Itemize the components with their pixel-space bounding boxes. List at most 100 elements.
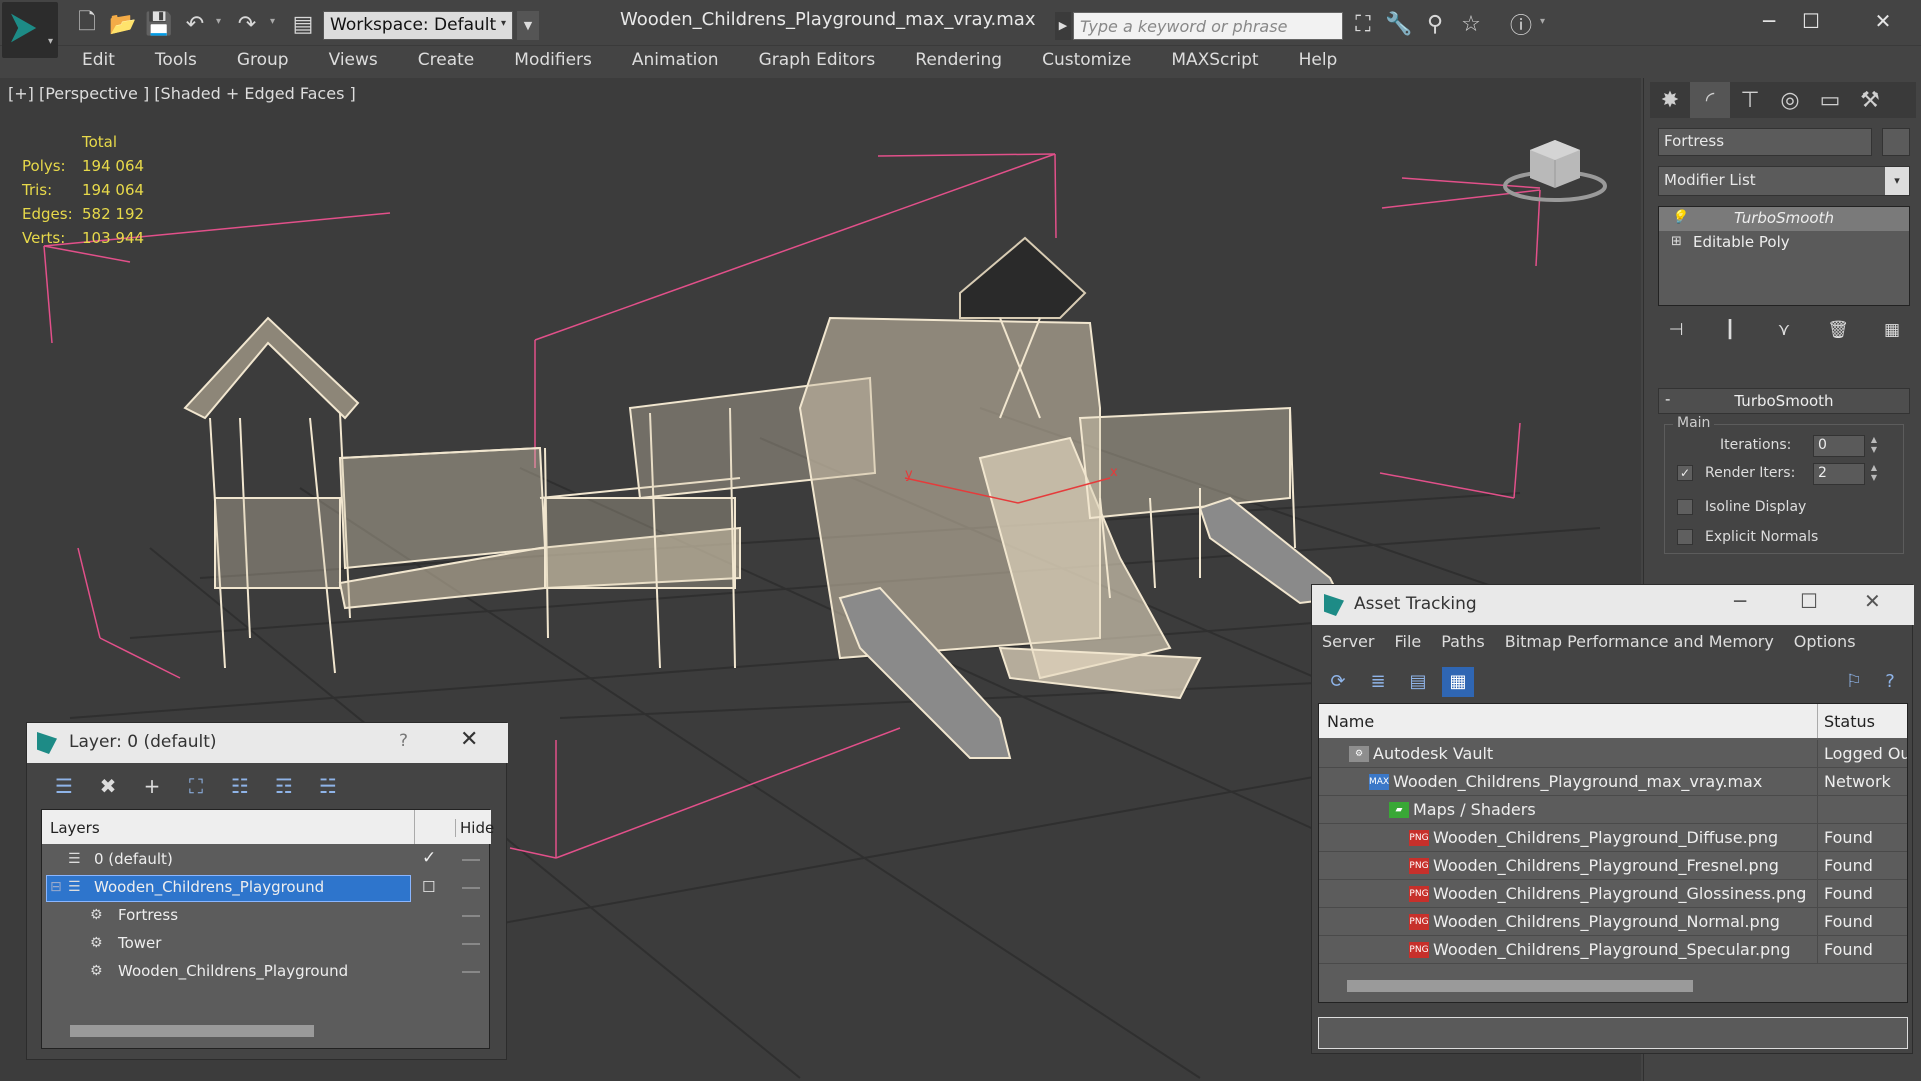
- remove-modifier-icon[interactable]: 🗑: [1820, 316, 1856, 344]
- new-layer-icon[interactable]: ☰: [47, 771, 81, 801]
- viewcube[interactable]: [1500, 128, 1610, 208]
- column-header-status[interactable]: Status: [1824, 712, 1875, 731]
- favorites-star-icon[interactable]: ☆: [1456, 10, 1486, 38]
- table-view-icon[interactable]: ▦: [1442, 667, 1474, 697]
- pin-stack-icon[interactable]: ⊣: [1658, 316, 1694, 344]
- hide-all-layers-icon[interactable]: ☶: [267, 771, 301, 801]
- workspace-menu-icon[interactable]: ▼: [517, 11, 539, 40]
- close-icon[interactable]: ✕: [1858, 6, 1908, 36]
- asset-row[interactable]: ⚙ Autodesk Vault Logged Out: [1319, 740, 1907, 768]
- asset-row[interactable]: MAX Wooden_Childrens_Playground_max_vray.…: [1319, 768, 1907, 796]
- asset-menu-paths[interactable]: Paths: [1431, 625, 1494, 659]
- list-view-icon[interactable]: ≣: [1362, 667, 1394, 697]
- menu-maxscript[interactable]: MAXScript: [1149, 46, 1276, 76]
- asset-window-titlebar[interactable]: Asset Tracking ─ ☐ ✕: [1312, 585, 1914, 625]
- asset-row[interactable]: PNG Wooden_Childrens_Playground_Specular.…: [1319, 936, 1907, 964]
- lightbulb-icon[interactable]: 💡: [1671, 210, 1687, 225]
- undo-icon[interactable]: ↶: [180, 10, 210, 38]
- asset-row[interactable]: PNG Wooden_Childrens_Playground_Glossines…: [1319, 880, 1907, 908]
- menu-create[interactable]: Create: [396, 46, 493, 76]
- hide-toggle[interactable]: [462, 971, 480, 973]
- stack-item-turbosmooth[interactable]: 💡 TurboSmooth: [1659, 207, 1909, 231]
- collapse-minus-icon[interactable]: ⊟: [50, 879, 62, 895]
- expand-plus-icon[interactable]: ⊞: [1671, 234, 1682, 249]
- asset-menu-server[interactable]: Server: [1312, 625, 1384, 659]
- hide-toggle[interactable]: [462, 915, 480, 917]
- menu-edit[interactable]: Edit: [60, 46, 133, 76]
- save-icon[interactable]: 💾: [144, 10, 174, 38]
- tree-view-icon[interactable]: ▤: [1402, 667, 1434, 697]
- select-objects-icon[interactable]: ⛶: [179, 771, 213, 801]
- menu-animation[interactable]: Animation: [610, 46, 737, 76]
- menu-modifiers[interactable]: Modifiers: [492, 46, 610, 76]
- configure-modifier-sets-icon[interactable]: ▦: [1874, 316, 1910, 344]
- hierarchy-tab-icon[interactable]: ⊤: [1730, 82, 1770, 118]
- menu-group[interactable]: Group: [215, 46, 307, 76]
- help-icon[interactable]: ⓘ: [1506, 10, 1536, 39]
- help-dropdown-icon[interactable]: ▾: [1540, 16, 1545, 27]
- iterations-spinner[interactable]: 0: [1813, 435, 1865, 457]
- current-layer-check-icon[interactable]: ✓: [422, 848, 436, 868]
- render-iters-spinner[interactable]: 2: [1813, 463, 1865, 485]
- refresh-icon[interactable]: ⟳: [1322, 667, 1354, 697]
- rollout-header[interactable]: - TurboSmooth: [1658, 388, 1910, 414]
- layer-row-default[interactable]: ☰ 0 (default) ✓: [42, 846, 491, 874]
- hide-toggle[interactable]: [462, 943, 480, 945]
- motion-tab-icon[interactable]: ◎: [1770, 82, 1810, 118]
- binoculars-icon[interactable]: ⛶: [1348, 10, 1378, 38]
- modify-tab-icon[interactable]: ◜: [1690, 82, 1730, 118]
- freeze-all-layers-icon[interactable]: ☵: [311, 771, 345, 801]
- redo-icon[interactable]: ↷: [232, 10, 262, 38]
- layer-window-titlebar[interactable]: Layer: 0 (default) ? ✕: [27, 723, 508, 763]
- close-icon[interactable]: ✕: [460, 727, 478, 752]
- redo-dropdown-icon[interactable]: ▾: [270, 16, 275, 27]
- isoline-display-checkbox[interactable]: [1677, 499, 1693, 515]
- project-folder-icon[interactable]: ▤: [288, 10, 318, 38]
- delete-layer-icon[interactable]: ✖: [91, 771, 125, 801]
- help-query-icon[interactable]: ⚐: [1838, 667, 1870, 697]
- minimize-icon[interactable]: ─: [1734, 589, 1746, 613]
- hide-toggle[interactable]: [462, 887, 480, 889]
- object-name-field[interactable]: Fortress: [1658, 128, 1872, 156]
- close-icon[interactable]: ✕: [1864, 589, 1881, 613]
- explicit-normals-checkbox[interactable]: [1677, 529, 1693, 545]
- set-current-layer-icon[interactable]: ☐: [422, 878, 435, 896]
- modifier-list-dropdown[interactable]: Modifier List ▾: [1658, 166, 1910, 196]
- render-iters-checkbox[interactable]: ✓: [1677, 465, 1693, 481]
- menu-graph-editors[interactable]: Graph Editors: [737, 46, 894, 76]
- horizontal-scrollbar[interactable]: [70, 1025, 314, 1037]
- asset-menu-options[interactable]: Options: [1784, 625, 1866, 659]
- show-end-result-icon[interactable]: ┃: [1712, 316, 1748, 344]
- horizontal-scrollbar[interactable]: [1347, 980, 1693, 992]
- create-tab-icon[interactable]: ✸: [1650, 82, 1690, 118]
- asset-row[interactable]: PNG Wooden_Childrens_Playground_Fresnel.p…: [1319, 852, 1907, 880]
- app-menu-button[interactable]: ▾: [2, 2, 58, 58]
- menu-help[interactable]: Help: [1277, 46, 1356, 76]
- asset-menu-bitmap-performance-and-memory[interactable]: Bitmap Performance and Memory: [1495, 625, 1784, 659]
- maximize-icon[interactable]: ☐: [1800, 589, 1818, 613]
- asset-path-field[interactable]: [1318, 1017, 1908, 1049]
- asset-row[interactable]: PNG Wooden_Childrens_Playground_Normal.pn…: [1319, 908, 1907, 936]
- viewport-label[interactable]: [+] [Perspective ] [Shaded + Edged Faces…: [8, 84, 356, 103]
- undo-dropdown-icon[interactable]: ▾: [216, 16, 221, 27]
- hide-toggle[interactable]: [462, 859, 480, 861]
- layer-row-wooden-childrens-playground-object[interactable]: ⚙ Wooden_Childrens_Playground: [42, 958, 491, 986]
- object-color-swatch[interactable]: [1882, 128, 1910, 156]
- open-folder-icon[interactable]: 📂: [108, 10, 138, 38]
- menu-tools[interactable]: Tools: [133, 46, 215, 76]
- display-tab-icon[interactable]: ▭: [1810, 82, 1850, 118]
- tools-icon[interactable]: 🔧: [1384, 10, 1414, 38]
- help-icon[interactable]: ?: [399, 731, 408, 751]
- asset-row[interactable]: PNG Wooden_Childrens_Playground_Diffuse.p…: [1319, 824, 1907, 852]
- layer-row-tower[interactable]: ⚙ Tower: [42, 930, 491, 958]
- layer-row-fortress[interactable]: ⚙ Fortress: [42, 902, 491, 930]
- asset-menu-file[interactable]: File: [1384, 625, 1431, 659]
- column-header-layers[interactable]: Layers: [50, 819, 100, 837]
- new-file-icon[interactable]: 🗋: [72, 10, 102, 38]
- stack-item-editable-poly[interactable]: ⊞ Editable Poly: [1659, 231, 1909, 255]
- make-unique-icon[interactable]: ⋎: [1766, 316, 1802, 344]
- add-to-layer-icon[interactable]: +: [135, 771, 169, 801]
- workspace-select[interactable]: Workspace: Default ▾: [323, 11, 513, 40]
- communication-icon[interactable]: ⚲: [1420, 10, 1450, 38]
- column-header-name[interactable]: Name: [1327, 712, 1374, 731]
